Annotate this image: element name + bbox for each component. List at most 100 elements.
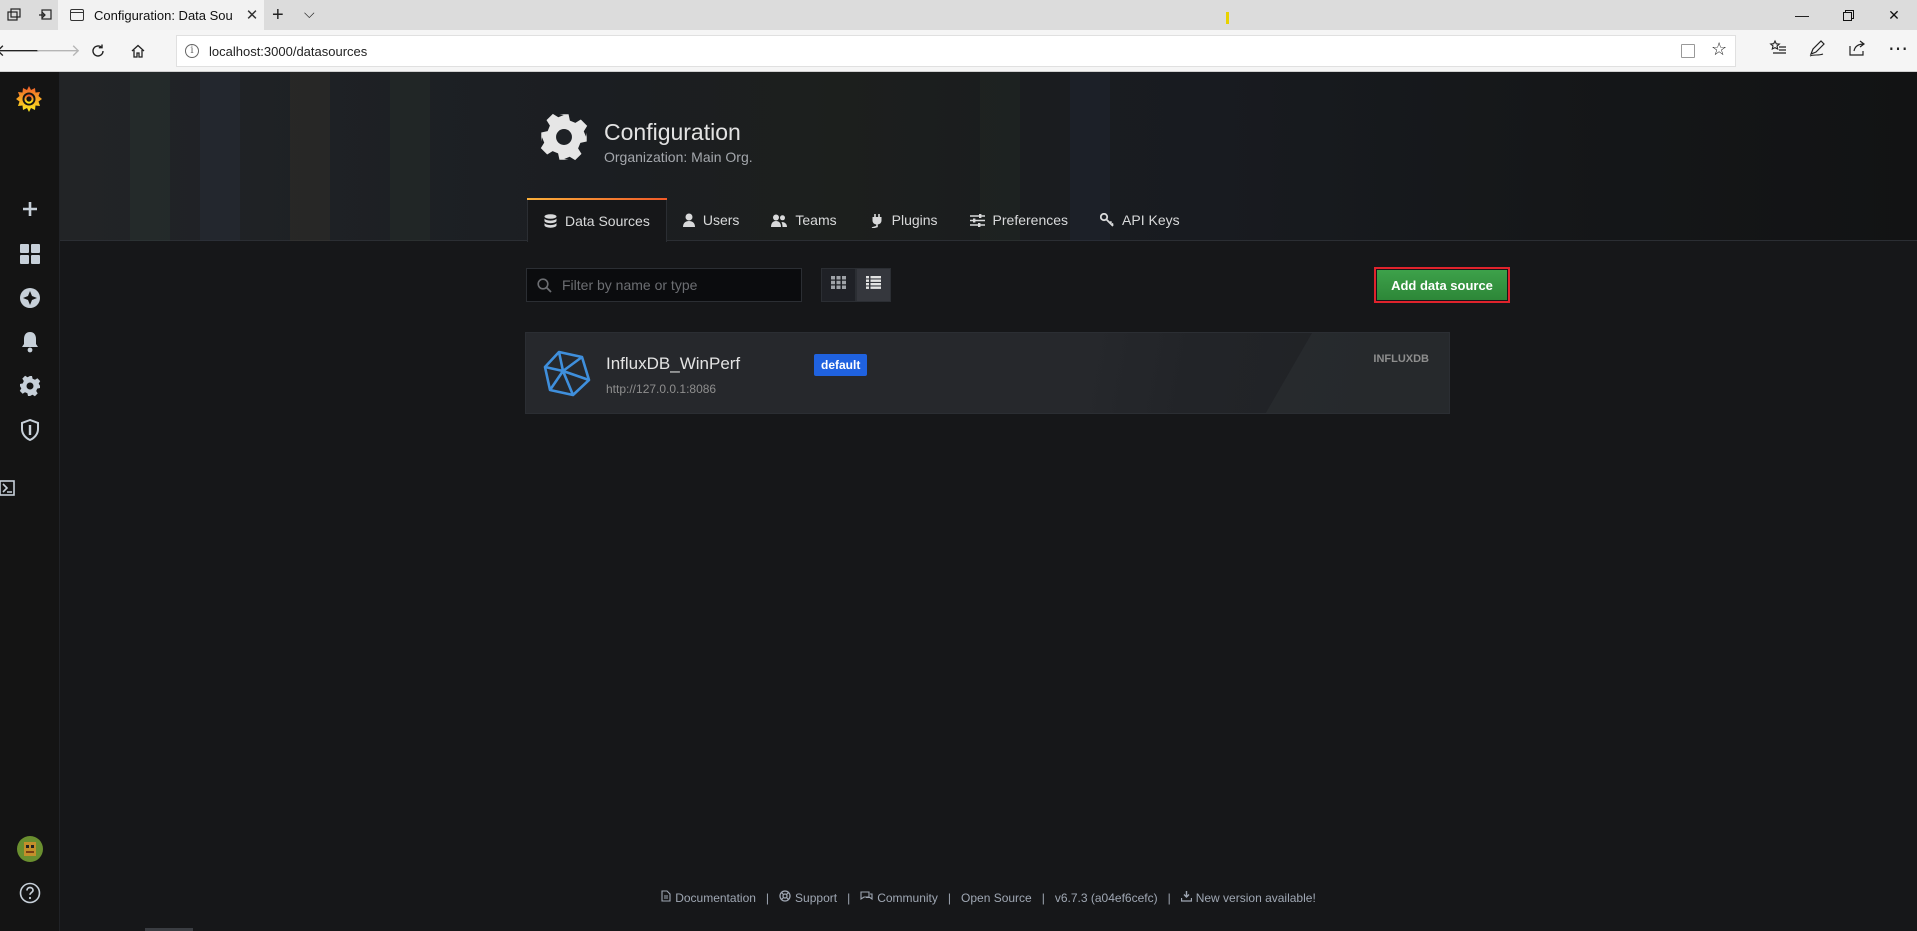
new-tab-icon[interactable]: + — [272, 4, 284, 27]
tab-plugins[interactable]: Plugins — [853, 198, 954, 242]
users-icon — [771, 214, 788, 227]
footer-link-label: Documentation — [675, 890, 756, 905]
close-tab-icon[interactable]: ✕ — [240, 6, 264, 24]
configuration-gear-icon — [539, 112, 589, 167]
filter-input[interactable] — [562, 277, 782, 293]
browser-tab-active[interactable]: Configuration: Data Sou ✕ — [58, 0, 264, 30]
footer-open-source-link[interactable]: Open Source — [961, 891, 1032, 905]
search-icon — [537, 277, 552, 293]
footer-version: v6.7.3 (a04ef6cefc) — [1055, 891, 1158, 905]
restore-icon[interactable] — [1825, 0, 1871, 30]
refresh-icon[interactable] — [86, 39, 110, 63]
explore-icon[interactable] — [0, 278, 60, 318]
page-subtitle: Organization: Main Org. — [604, 149, 753, 165]
tab-label: Data Sources — [565, 213, 650, 229]
document-icon — [661, 890, 671, 905]
header-decoration — [290, 72, 330, 241]
user-avatar[interactable] — [0, 829, 60, 869]
home-icon[interactable] — [126, 39, 150, 63]
footer-new-version-link[interactable]: New version available! — [1180, 890, 1316, 905]
favorites-list-icon[interactable] — [1769, 39, 1787, 62]
plug-icon — [869, 213, 884, 228]
site-info-icon[interactable]: i — [185, 44, 199, 58]
browser-titlebar: Configuration: Data Sou ✕ + ⌵ — ✕ — [0, 0, 1917, 30]
layout-selector — [821, 268, 891, 302]
header-decoration — [200, 72, 240, 241]
footer-separator: | — [765, 890, 770, 905]
support-icon — [779, 890, 791, 905]
main-content: Configuration Organization: Main Org. Da… — [60, 72, 1917, 931]
dashboards-icon[interactable] — [0, 234, 60, 274]
tab-users[interactable]: Users — [667, 198, 756, 242]
tab-api-keys[interactable]: API Keys — [1084, 198, 1196, 242]
reading-view-icon[interactable] — [1681, 44, 1695, 58]
datasource-filter[interactable] — [526, 268, 802, 302]
tab-label: Teams — [795, 212, 837, 228]
grid-view-button[interactable] — [821, 268, 856, 302]
pen-icon[interactable] — [1808, 39, 1826, 62]
footer-separator: | — [1167, 890, 1171, 905]
user-icon — [682, 213, 695, 227]
footer-support-link[interactable]: Support — [779, 890, 837, 905]
chevron-down-icon[interactable]: ⌵ — [304, 5, 315, 22]
footer-documentation-link[interactable]: Documentation — [661, 890, 756, 905]
tab-label: Users — [702, 212, 740, 228]
tab-preferences[interactable]: Preferences — [954, 198, 1084, 242]
header-decoration — [130, 72, 170, 241]
loading-indicator — [1226, 12, 1229, 24]
list-icon — [866, 276, 881, 294]
add-data-source-label: Add data source — [1377, 270, 1507, 300]
influxdb-logo-icon — [542, 349, 592, 404]
footer-link-label: New version available! — [1195, 890, 1316, 905]
close-window-icon[interactable]: ✕ — [1871, 0, 1917, 30]
minimize-icon[interactable]: — — [1779, 0, 1825, 30]
server-admin-icon[interactable] — [0, 410, 60, 450]
more-icon[interactable]: ⋯ — [1888, 36, 1908, 61]
footer-link-label: Support — [795, 890, 838, 905]
help-icon[interactable] — [0, 873, 60, 913]
address-bar[interactable]: i localhost:3000/datasources — [176, 35, 1736, 67]
page-title: Configuration — [604, 119, 741, 145]
forward-icon[interactable]: 🡒 — [35, 39, 81, 63]
datasource-name[interactable]: InfluxDB_WinPerf — [606, 354, 740, 374]
url-text[interactable]: localhost:3000/datasources — [209, 44, 367, 59]
set-tabs-aside-icon[interactable] — [36, 6, 54, 24]
datasource-type: INFLUXDB — [1373, 353, 1429, 365]
footer-link-label: Open Source — [961, 890, 1032, 905]
footer-separator: | — [1041, 890, 1045, 905]
configuration-icon[interactable] — [0, 366, 60, 406]
datasource-url: http://127.0.0.1:8086 — [606, 382, 717, 396]
page-header: Configuration Organization: Main Org. Da… — [60, 72, 1917, 242]
tab-label: Plugins — [891, 212, 938, 228]
footer-separator: | — [947, 890, 952, 905]
favorite-star-icon[interactable]: ☆ — [1711, 39, 1727, 60]
tab-actions-icon[interactable] — [5, 6, 23, 24]
back-icon[interactable]: 🡐 — [0, 39, 41, 63]
comments-icon — [860, 890, 873, 905]
download-icon — [1180, 890, 1192, 905]
create-icon[interactable] — [0, 189, 60, 229]
side-menu — [0, 72, 60, 931]
share-icon[interactable] — [1848, 39, 1866, 62]
tab-teams[interactable]: Teams — [755, 198, 852, 242]
tab-label: API Keys — [1122, 212, 1180, 228]
footer-community-link[interactable]: Community — [860, 891, 938, 905]
menu-collapse-icon[interactable] — [0, 480, 16, 496]
footer-separator: | — [847, 890, 851, 905]
footer: Documentation | Support | Community | Op… — [60, 890, 1917, 905]
grafana-logo-icon[interactable] — [14, 84, 44, 119]
footer-link-label: Community — [877, 890, 938, 905]
page-tabs: Data Sources Users Teams Plugins Prefere… — [527, 198, 1196, 242]
version-text: v6.7.3 (a04ef6cefc) — [1054, 890, 1158, 905]
key-icon — [1100, 213, 1114, 227]
grid-icon — [831, 276, 846, 294]
sliders-icon — [969, 213, 985, 227]
alerting-icon[interactable] — [0, 322, 60, 362]
tab-data-sources[interactable]: Data Sources — [527, 198, 667, 242]
default-badge: default — [814, 354, 868, 376]
datasource-card[interactable]: InfluxDB_WinPerf default http://127.0.0.… — [525, 332, 1450, 414]
page-icon — [70, 9, 84, 21]
browser-addressbar: 🡐 🡒 i localhost:3000/datasources ☆ ⋯ — [0, 30, 1917, 72]
add-data-source-button[interactable]: Add data source — [1374, 267, 1510, 303]
list-view-button[interactable] — [856, 268, 891, 302]
